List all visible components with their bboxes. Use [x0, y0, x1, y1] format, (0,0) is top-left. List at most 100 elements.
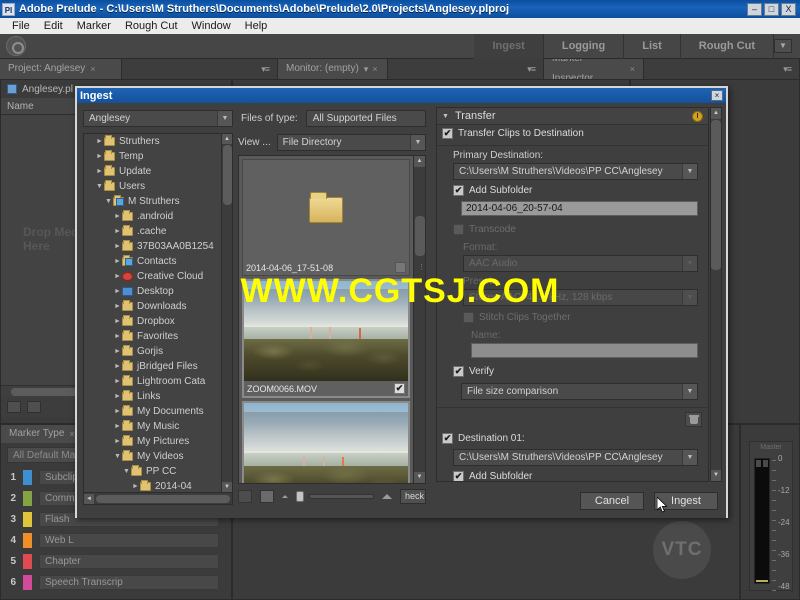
minimize-button[interactable]: –	[747, 2, 762, 16]
chevron-down-icon[interactable]: ▼	[217, 110, 232, 126]
menu-file[interactable]: File	[5, 18, 37, 34]
twisty-collapsed-icon[interactable]: ►	[113, 333, 122, 340]
view-mode-select[interactable]: File Directory ▼	[276, 133, 426, 151]
verify-checkbox[interactable]: ✔	[453, 366, 464, 377]
folder-tree-vscrollbar[interactable]: ▲ ▼	[221, 134, 232, 492]
list-item[interactable]: ZOOM0066.MOV ✔	[242, 279, 410, 398]
cancel-button[interactable]: Cancel	[580, 492, 644, 510]
panel-menu-icon[interactable]: ▾≡	[527, 59, 536, 79]
slider-track[interactable]	[309, 493, 374, 499]
inspector-panel-menu[interactable]: ▾≡	[644, 59, 800, 79]
twisty-expanded-icon[interactable]: ▼	[104, 198, 113, 205]
check-all-button[interactable]: heck A	[400, 488, 426, 504]
close-button[interactable]: X	[781, 2, 796, 16]
scroll-thumb[interactable]	[711, 120, 721, 270]
close-icon[interactable]: ×	[372, 59, 377, 79]
workspace-list[interactable]: List	[624, 33, 681, 59]
files-of-type-value[interactable]: All Supported Files	[305, 109, 426, 127]
list-item[interactable]: 4 Web L	[1, 530, 231, 551]
tree-node[interactable]: ► jBridged Files	[84, 359, 221, 374]
thumbnail-view-icon[interactable]	[260, 489, 274, 503]
close-icon[interactable]: ×	[90, 59, 95, 79]
tree-node[interactable]: ► My Documents	[84, 404, 221, 419]
verify-select[interactable]: File size comparison ▼	[461, 383, 698, 400]
menu-help[interactable]: Help	[238, 18, 275, 34]
menu-edit[interactable]: Edit	[37, 18, 70, 34]
scroll-up-icon[interactable]: ▲	[414, 156, 425, 167]
tree-node[interactable]: ► Temp	[84, 149, 221, 164]
delete-destination-button[interactable]	[685, 412, 702, 427]
transfer-clips-row[interactable]: ✔ Transfer Clips to Destination	[437, 125, 708, 142]
tree-node[interactable]: ► .android	[84, 209, 221, 224]
transfer-section-header[interactable]: ▼ Transfer	[437, 108, 708, 125]
tree-node[interactable]: ► Dropbox	[84, 314, 221, 329]
twisty-collapsed-icon[interactable]: ►	[113, 423, 122, 430]
tree-node[interactable]: ► My Pictures	[84, 434, 221, 449]
tab-marker-inspector[interactable]: Marker Inspector ×	[544, 53, 644, 84]
menu-window[interactable]: Window	[185, 18, 238, 34]
tab-monitor[interactable]: Monitor: (empty) ▾ ×	[278, 59, 388, 79]
zoom-out-icon[interactable]	[282, 494, 288, 498]
tree-node[interactable]: ▼ PP CC	[84, 464, 221, 479]
panel-menu-icon[interactable]: ▾≡	[783, 59, 792, 79]
twisty-collapsed-icon[interactable]: ►	[95, 168, 104, 175]
twisty-expanded-icon[interactable]: ▼	[113, 453, 122, 460]
twisty-collapsed-icon[interactable]: ►	[113, 408, 122, 415]
thumbnail-area[interactable]: 2014-04-06_17-51-08 ZOOM0066.MOV ✔ ▲ ⋮ ▼	[238, 155, 426, 484]
workspace-menu-icon[interactable]: ▼	[774, 39, 792, 53]
tree-node[interactable]: ► Contacts	[84, 254, 221, 269]
twisty-expanded-icon[interactable]: ▼	[95, 183, 104, 190]
workspace-logging[interactable]: Logging	[544, 33, 625, 59]
destination-01-row[interactable]: ✔ Destination 01:	[437, 430, 708, 447]
scroll-down-icon[interactable]: ▼	[414, 472, 425, 483]
tree-node[interactable]: ▼ M Struthers	[84, 194, 221, 209]
transfer-clips-checkbox[interactable]: ✔	[442, 128, 453, 139]
maximize-button[interactable]: □	[764, 2, 779, 16]
twisty-collapsed-icon[interactable]: ►	[113, 213, 122, 220]
twisty-collapsed-icon[interactable]: ►	[113, 258, 122, 265]
thumbnail-vscrollbar[interactable]: ▲ ⋮ ▼	[413, 156, 425, 483]
twisty-collapsed-icon[interactable]: ►	[113, 228, 122, 235]
destination-01-checkbox[interactable]: ✔	[442, 433, 453, 444]
source-folder-select[interactable]: Anglesey ▼	[83, 109, 233, 127]
tab-project[interactable]: Project: Anglesey ×	[0, 59, 122, 79]
twisty-collapsed-icon[interactable]: ►	[113, 243, 122, 250]
primary-destination-field[interactable]: C:\Users\M Struthers\Videos\PP CC\Angles…	[453, 163, 698, 180]
monitor-panel-menu[interactable]: ▾≡	[388, 59, 544, 79]
scroll-thumb[interactable]	[223, 145, 232, 205]
tree-node[interactable]: ► Lightroom Cata	[84, 374, 221, 389]
column-name[interactable]: Name	[7, 98, 34, 115]
primary-destination-select[interactable]: C:\Users\M Struthers\Videos\PP CC\Angles…	[453, 163, 698, 180]
add-subfolder-checkbox[interactable]: ✔	[453, 185, 464, 196]
panel-menu-icon[interactable]: ▾≡	[261, 59, 270, 79]
verify-row[interactable]: ✔ Verify	[437, 363, 708, 380]
twisty-collapsed-icon[interactable]: ►	[131, 483, 140, 490]
destination-01-field[interactable]: C:\Users\M Struthers\Videos\PP CC\Angles…	[453, 449, 698, 466]
scroll-up-icon[interactable]: ▲	[222, 134, 232, 144]
scroll-thumb[interactable]	[415, 216, 425, 256]
list-view-icon[interactable]	[7, 401, 21, 413]
chevron-down-icon[interactable]: ▼	[682, 164, 697, 179]
twisty-collapsed-icon[interactable]: ►	[113, 273, 122, 280]
chevron-down-icon[interactable]: ▼	[682, 450, 697, 465]
dest-add-subfolder-row[interactable]: ✔ Add Subfolder	[437, 468, 708, 481]
twisty-collapsed-icon[interactable]: ►	[113, 378, 122, 385]
scroll-down-icon[interactable]: ▼	[222, 482, 232, 492]
twisty-collapsed-icon[interactable]: ►	[113, 348, 122, 355]
folder-tree[interactable]: ► Struthers ► Temp ► Update ▼ Users ▼ M Struthers…	[83, 133, 233, 505]
tree-node[interactable]: ▼ My Videos	[84, 449, 221, 464]
tree-node[interactable]: ► Desktop	[84, 284, 221, 299]
twisty-collapsed-icon[interactable]: ►	[113, 393, 122, 400]
workspace-rough-cut[interactable]: Rough Cut	[681, 33, 774, 59]
close-icon[interactable]: ×	[69, 425, 74, 443]
tree-node[interactable]: ► .cache	[84, 224, 221, 239]
tree-node[interactable]: ► 2014-04	[84, 479, 221, 492]
twisty-expanded-icon[interactable]: ▼	[122, 468, 131, 475]
twisty-collapsed-icon[interactable]: ►	[113, 288, 122, 295]
menu-rough-cut[interactable]: Rough Cut	[118, 18, 185, 34]
zoom-in-icon[interactable]	[382, 493, 392, 499]
chevron-down-icon[interactable]: ▼	[682, 384, 697, 399]
list-view-icon[interactable]	[238, 489, 252, 503]
tree-node[interactable]: ► Favorites	[84, 329, 221, 344]
transcode-row[interactable]: Transcode	[437, 221, 708, 238]
